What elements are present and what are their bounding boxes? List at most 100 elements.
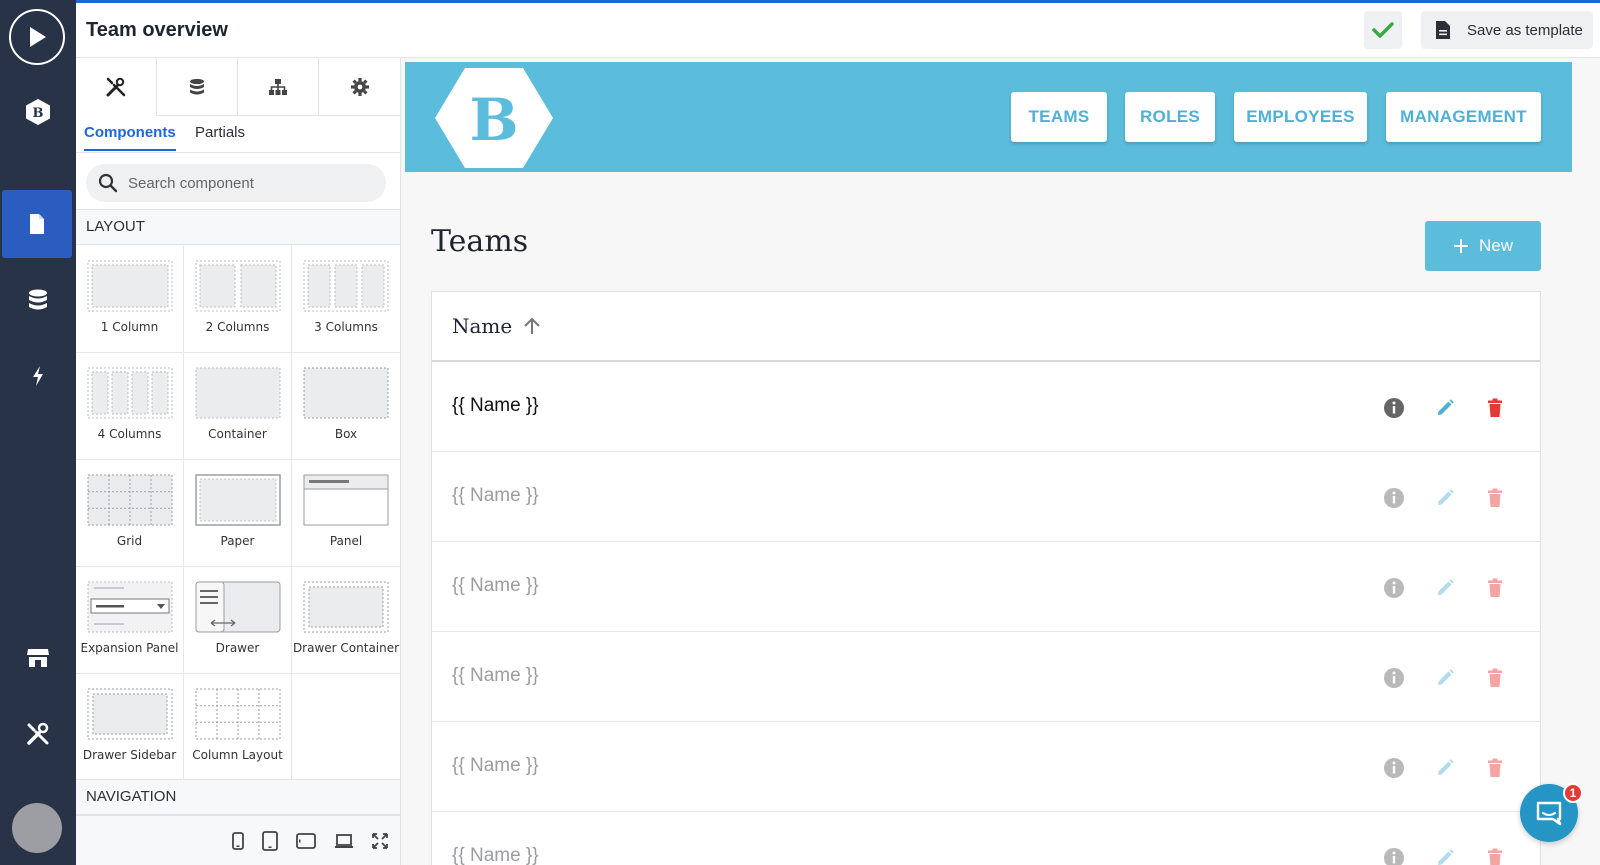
tab-data[interactable] [157,58,238,116]
component-2-columns[interactable]: 2 Columns [184,246,292,353]
rail-pages-button[interactable] [2,190,72,258]
component-grid-item[interactable]: Grid [76,460,184,567]
tools-icon [106,77,126,96]
column-header-name: Name [452,314,513,338]
edit-pencil-icon[interactable] [1433,576,1457,600]
component-drawer-container[interactable]: Drawer Container [292,567,400,674]
one-column-thumb-icon [87,260,172,312]
component-label: Box [334,427,358,441]
component-3-columns[interactable]: 3 Columns [292,246,400,353]
component-label: Grid [116,534,143,548]
info-icon[interactable] [1382,396,1406,420]
tablet-landscape-icon[interactable] [296,832,316,849]
component-label: Drawer Sidebar [82,748,177,762]
delete-trash-icon[interactable] [1483,486,1507,510]
row-name-cell: {{ Name }} [452,395,539,416]
laptop-icon[interactable] [334,833,354,849]
expansion-panel-thumb-icon [87,581,172,633]
row-name-cell: {{ Name }} [452,485,539,506]
app-builder: B Team overview Save as template Compone… [0,0,1600,865]
teams-table: Name {{ Name }} {{ Name }} {{ Name }} {{… [431,291,1541,865]
nav-teams-button[interactable]: TEAMS [1011,92,1107,142]
rail-data-button[interactable] [0,266,76,334]
nav-employees-button[interactable]: EMPLOYEES [1234,92,1367,142]
edit-pencil-icon[interactable] [1433,846,1457,865]
mobile-icon[interactable] [232,831,244,850]
edit-pencil-icon[interactable] [1433,756,1457,780]
panel-tabs [76,58,400,116]
page-canvas: B TEAMS ROLES EMPLOYEES MANAGEMENT Teams… [401,58,1600,865]
tab-components-tools[interactable] [76,58,157,116]
table-row[interactable]: {{ Name }} [432,542,1540,632]
component-grid: 1 Column 2 Columns 3 Columns 4 Columns C… [76,246,400,781]
info-icon[interactable] [1382,846,1406,865]
component-drawer[interactable]: Drawer [184,567,292,674]
rail-actions-button[interactable] [0,342,76,410]
top-bar: Team overview Save as template [76,0,1600,58]
four-columns-thumb-icon [87,367,172,419]
plus-icon [1453,239,1468,253]
subtab-partials[interactable]: Partials [195,124,245,149]
info-icon[interactable] [1382,576,1406,600]
component-label: Panel [329,534,363,548]
navigation-section-heading: NAVIGATION [76,779,400,815]
component-drawer-sidebar[interactable]: Drawer Sidebar [76,674,184,781]
delete-trash-icon[interactable] [1483,846,1507,865]
delete-trash-icon[interactable] [1483,756,1507,780]
new-team-button[interactable]: New [1425,221,1541,271]
box-thumb-icon [303,367,389,419]
component-label: Drawer [215,641,260,655]
fullscreen-icon[interactable] [372,832,388,849]
edit-pencil-icon[interactable] [1433,486,1457,510]
check-icon [1372,22,1394,38]
edit-pencil-icon[interactable] [1433,396,1457,420]
save-as-template-button[interactable]: Save as template [1421,11,1593,49]
search-input[interactable] [128,174,368,192]
subtab-components[interactable]: Components [84,124,176,151]
info-icon[interactable] [1382,756,1406,780]
table-row[interactable]: {{ Name }} [432,452,1540,542]
table-header[interactable]: Name [432,292,1540,362]
rail-logo-letter: B [33,106,44,121]
component-label: 3 Columns [314,320,378,334]
search-icon [98,173,118,193]
component-container[interactable]: Container [184,353,292,460]
table-row[interactable]: {{ Name }} [432,812,1540,865]
table-row[interactable]: {{ Name }} [432,362,1540,452]
info-icon[interactable] [1382,486,1406,510]
new-button-label: New [1478,236,1513,255]
play-button[interactable] [9,9,65,65]
component-label: Drawer Container [292,641,400,655]
component-paper[interactable]: Paper [184,460,292,567]
info-icon[interactable] [1382,666,1406,690]
component-box[interactable]: Box [292,353,400,460]
edit-pencil-icon[interactable] [1433,666,1457,690]
component-panel-item[interactable]: Panel [292,460,400,567]
rail-settings-button[interactable] [0,700,76,768]
table-row[interactable]: {{ Name }} [432,632,1540,722]
tools-icon [27,722,49,745]
user-avatar[interactable] [12,803,62,853]
left-rail: B [0,0,76,865]
tab-settings[interactable] [319,58,400,116]
publish-check-button[interactable] [1364,11,1402,49]
page-title: Team overview [86,19,228,41]
component-1-column[interactable]: 1 Column [76,246,184,353]
nav-management-button[interactable]: MANAGEMENT [1386,92,1541,142]
component-label: Container [208,427,267,441]
component-column-layout[interactable]: Column Layout [184,674,292,781]
tablet-icon[interactable] [262,830,278,851]
delete-trash-icon[interactable] [1483,576,1507,600]
app-logo-button[interactable]: B [0,78,76,146]
component-expansion-panel[interactable]: Expansion Panel [76,567,184,674]
component-4-columns[interactable]: 4 Columns [76,353,184,460]
delete-trash-icon[interactable] [1483,396,1507,420]
hexagon-logo-icon[interactable]: B [433,66,555,170]
component-label: Paper [220,534,255,548]
table-row[interactable]: {{ Name }} [432,722,1540,812]
delete-trash-icon[interactable] [1483,666,1507,690]
nav-roles-button[interactable]: ROLES [1125,92,1215,142]
tab-structure[interactable] [238,58,319,116]
rail-store-button[interactable] [0,624,76,692]
drawer-sidebar-thumb-icon [87,688,172,740]
